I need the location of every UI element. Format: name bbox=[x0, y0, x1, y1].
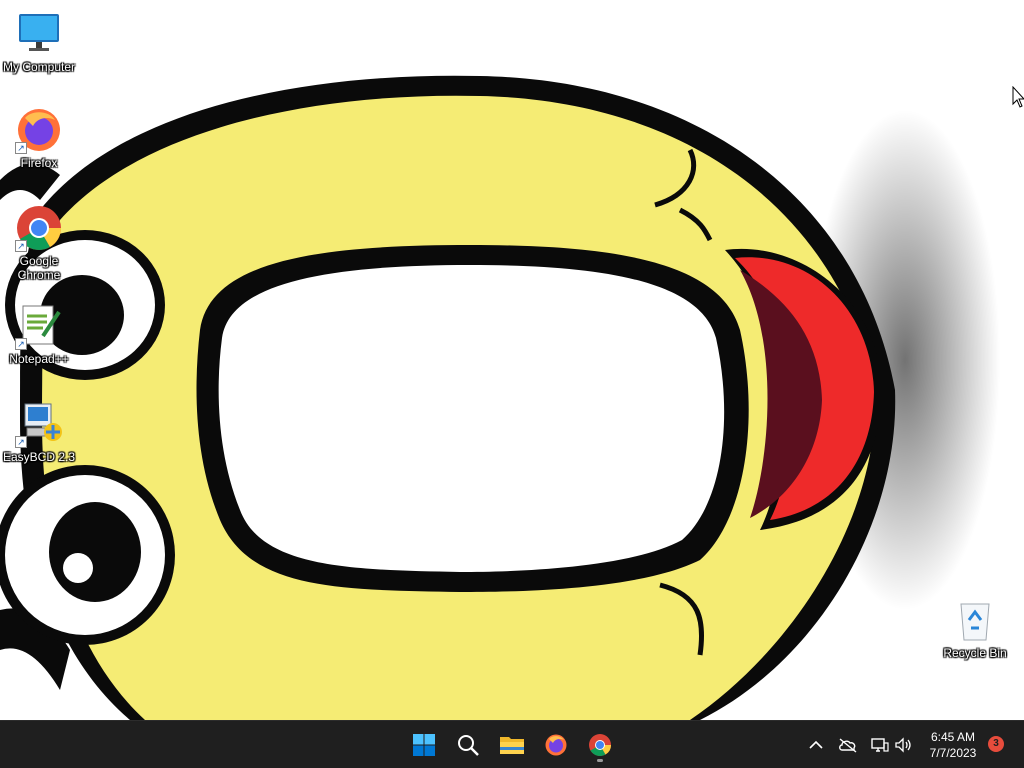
search-icon bbox=[458, 735, 479, 756]
firefox-taskbar-button[interactable] bbox=[538, 727, 574, 763]
desktop-icon-label: Notepad++ bbox=[9, 352, 69, 366]
desktop-icon-label: Recycle Bin bbox=[943, 646, 1007, 660]
chrome-icon: ↗ bbox=[15, 204, 63, 252]
shortcut-arrow-icon: ↗ bbox=[15, 240, 27, 252]
shortcut-arrow-icon: ↗ bbox=[15, 436, 27, 448]
clock-date: 7/7/2023 bbox=[929, 746, 977, 760]
volume-icon[interactable] bbox=[892, 733, 916, 757]
shortcut-arrow-icon: ↗ bbox=[15, 338, 27, 350]
windows-logo-icon bbox=[413, 734, 435, 756]
chrome-taskbar-button[interactable] bbox=[582, 727, 618, 763]
desktop-icon-notepadpp[interactable]: ↗ Notepad++ bbox=[0, 302, 78, 366]
mouse-cursor-icon bbox=[1012, 86, 1024, 108]
onedrive-offline-icon[interactable] bbox=[836, 733, 860, 757]
taskbar: 6:45 AM 7/7/2023 bbox=[0, 720, 1024, 768]
chevron-up-icon[interactable] bbox=[804, 733, 828, 757]
notification-count-badge[interactable]: 3 bbox=[988, 736, 1004, 752]
search-button[interactable] bbox=[450, 727, 486, 763]
firefox-icon: ↗ bbox=[15, 106, 63, 154]
file-explorer-button[interactable] bbox=[494, 727, 530, 763]
desktop-icon-label: EasyBCD 2.3 bbox=[2, 450, 76, 464]
start-button[interactable] bbox=[406, 727, 442, 763]
cartoon-face-wallpaper bbox=[0, 75, 1000, 720]
desktop-icon-label: Google Chrome bbox=[17, 254, 61, 282]
monitor-icon bbox=[15, 10, 63, 58]
desktop[interactable]: My Computer ↗ Firefox ↗ Google Chrome ↗ … bbox=[0, 0, 1024, 720]
clock[interactable]: 6:45 AM 7/7/2023 bbox=[918, 729, 988, 761]
desktop-icon-recycle-bin[interactable]: Recycle Bin bbox=[936, 596, 1014, 660]
desktop-icon-easybcd[interactable]: ↗ EasyBCD 2.3 bbox=[0, 400, 78, 464]
recycle-bin-icon bbox=[951, 596, 999, 644]
folder-icon bbox=[500, 737, 524, 754]
desktop-icon-firefox[interactable]: ↗ Firefox bbox=[0, 106, 78, 170]
network-icon[interactable] bbox=[868, 733, 892, 757]
desktop-icon-my-computer[interactable]: My Computer bbox=[0, 10, 78, 74]
firefox-icon bbox=[545, 734, 567, 756]
easybcd-icon: ↗ bbox=[15, 400, 63, 448]
clock-time: 6:45 AM bbox=[930, 730, 976, 744]
shortcut-arrow-icon: ↗ bbox=[15, 142, 27, 154]
chrome-icon bbox=[589, 734, 611, 756]
desktop-icon-google-chrome[interactable]: ↗ Google Chrome bbox=[0, 204, 78, 282]
desktop-icon-label: My Computer bbox=[2, 60, 76, 74]
notepadpp-icon: ↗ bbox=[15, 302, 63, 350]
desktop-icon-label: Firefox bbox=[20, 156, 58, 170]
